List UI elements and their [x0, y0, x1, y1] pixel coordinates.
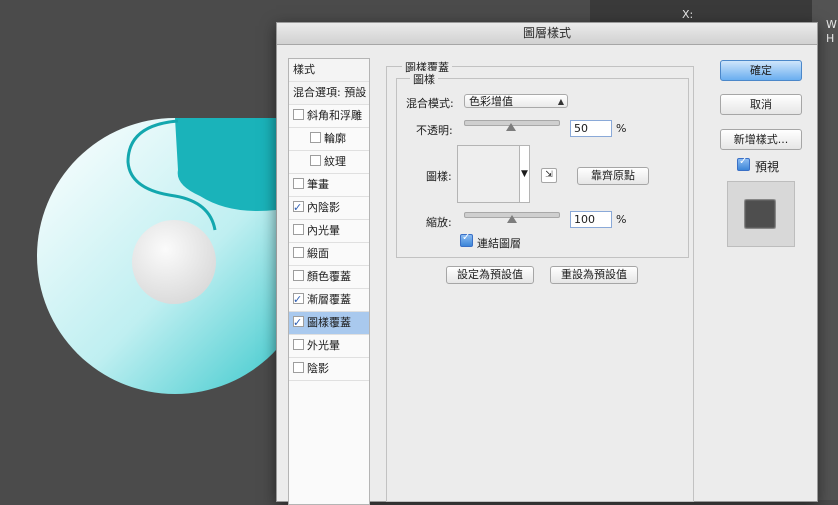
style-list-header[interactable]: 樣式: [289, 59, 369, 82]
style-item-label: 緞面: [307, 247, 329, 260]
blend-mode-value: 色彩增值: [469, 95, 513, 108]
checkmark-icon: ✓: [462, 232, 471, 243]
style-item[interactable]: 顏色覆蓋: [289, 266, 369, 289]
style-item-label: 外光暈: [307, 339, 340, 352]
style-item-label: 內光暈: [307, 224, 340, 237]
preview-label: 預視: [755, 160, 780, 174]
style-item-label: 紋理: [324, 155, 346, 168]
select-arrows-icon: ▲: [557, 97, 564, 106]
style-item-checkbox[interactable]: [293, 109, 304, 120]
style-item[interactable]: 陰影: [289, 358, 369, 381]
scale-percent: %: [616, 213, 627, 226]
style-item-label: 陰影: [307, 362, 329, 375]
pattern-picker[interactable]: [457, 145, 521, 203]
style-item-checkbox[interactable]: [293, 270, 304, 281]
circle-center-dot: [132, 220, 216, 304]
opacity-label: 不透明:: [416, 124, 453, 137]
style-item-label: 筆畫: [307, 178, 329, 191]
ok-button[interactable]: 確定: [720, 60, 802, 81]
opacity-percent: %: [616, 122, 627, 135]
preview-checkbox[interactable]: ✓: [737, 156, 750, 171]
new-style-button[interactable]: 新增樣式...: [720, 129, 802, 150]
pattern-subgroup-title: 圖樣: [410, 71, 438, 87]
style-item-checkbox[interactable]: [293, 178, 304, 189]
blend-options-item[interactable]: 混合選項: 預設: [289, 82, 369, 105]
checkmark-icon: ✓: [293, 316, 303, 329]
cancel-button[interactable]: 取消: [720, 94, 802, 115]
checkmark-icon: ✓: [293, 201, 303, 214]
style-item[interactable]: ✓ 內陰影: [289, 197, 369, 220]
blend-mode-label: 混合模式:: [406, 97, 454, 110]
style-item-label: 漸層覆蓋: [307, 293, 351, 306]
style-item[interactable]: 內光暈: [289, 220, 369, 243]
style-item[interactable]: 斜角和浮雕: [289, 105, 369, 128]
pattern-dropdown-arrow-icon[interactable]: ▼: [519, 145, 530, 203]
style-list: 樣式 混合選項: 預設 斜角和浮雕輪廓紋理筆畫 ✓ 內陰影內光暈緞面顏色覆蓋 ✓ 漸層覆…: [288, 58, 370, 505]
right-panel-h-label: H: [826, 32, 835, 45]
snap-to-origin-button[interactable]: 靠齊原點: [577, 167, 649, 185]
dialog-title: 圖層樣式: [277, 23, 817, 45]
blend-mode-select[interactable]: 色彩增值 ▲: [464, 94, 568, 108]
make-default-button[interactable]: 設定為預設值: [446, 266, 534, 284]
link-layer-checkbox[interactable]: ✓: [460, 232, 473, 247]
opacity-input[interactable]: 50: [570, 120, 612, 137]
style-item-checkbox[interactable]: ✓: [293, 316, 304, 329]
style-item-label: 輪廓: [324, 132, 346, 145]
style-item-checkbox[interactable]: ✓: [293, 293, 304, 306]
checkmark-icon: ✓: [739, 156, 748, 167]
link-layer-label: 連結圖層: [477, 237, 521, 250]
style-item[interactable]: 輪廓: [289, 128, 369, 151]
style-item[interactable]: 緞面: [289, 243, 369, 266]
style-item-checkbox[interactable]: [293, 224, 304, 235]
style-item[interactable]: ✓ 圖樣覆蓋: [289, 312, 369, 335]
style-item-checkbox[interactable]: [293, 339, 304, 350]
style-item-label: 斜角和浮雕: [307, 109, 362, 122]
style-item-checkbox[interactable]: [310, 155, 321, 166]
style-item-checkbox[interactable]: [293, 362, 304, 373]
style-item[interactable]: ✓ 漸層覆蓋: [289, 289, 369, 312]
style-item[interactable]: 筆畫: [289, 174, 369, 197]
pattern-label: 圖樣:: [426, 170, 452, 183]
style-preview-swatch: [744, 199, 776, 229]
style-item-checkbox[interactable]: [293, 247, 304, 258]
new-preset-icon[interactable]: ⇲: [541, 168, 557, 183]
opacity-slider-thumb[interactable]: [506, 123, 516, 131]
style-item[interactable]: 外光暈: [289, 335, 369, 358]
style-item-label: 內陰影: [307, 201, 340, 214]
right-panel-w-label: W: [826, 18, 837, 31]
checkmark-icon: ✓: [293, 293, 303, 306]
style-item[interactable]: 紋理: [289, 151, 369, 174]
top-panel-x-label: X:: [682, 8, 694, 21]
reset-default-button[interactable]: 重設為預設值: [550, 266, 638, 284]
style-item-label: 圖樣覆蓋: [307, 316, 351, 329]
style-item-checkbox[interactable]: [310, 132, 321, 143]
style-item-label: 顏色覆蓋: [307, 270, 351, 283]
scale-label: 縮放:: [426, 216, 452, 229]
scale-input[interactable]: 100: [570, 211, 612, 228]
scale-slider-thumb[interactable]: [507, 215, 517, 223]
style-item-checkbox[interactable]: ✓: [293, 201, 304, 214]
